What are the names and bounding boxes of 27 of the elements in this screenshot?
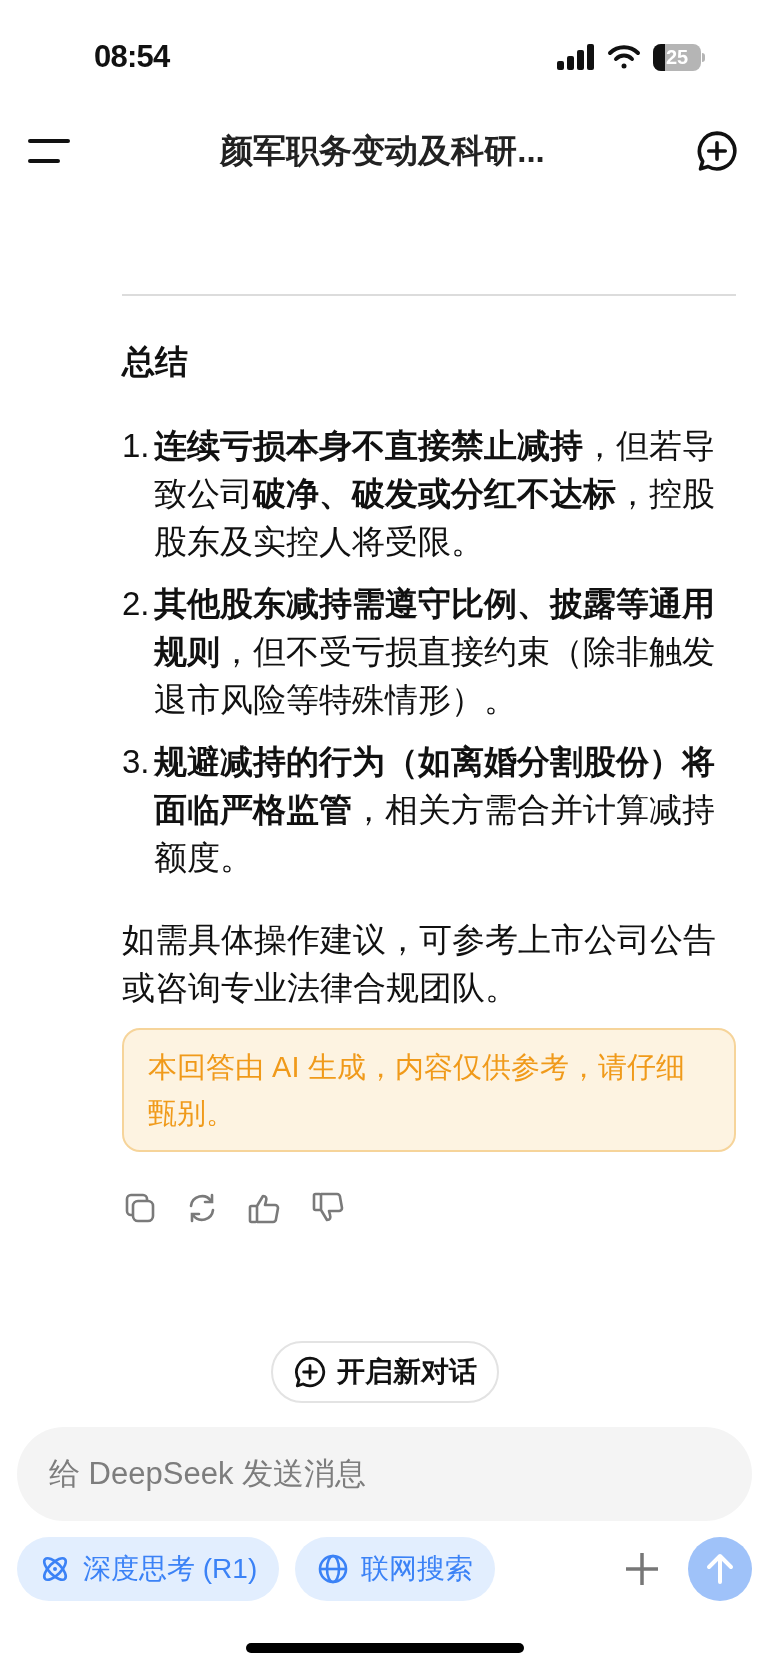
list-number: 3.	[122, 742, 151, 782]
new-chat-pill[interactable]: 开启新对话	[270, 1341, 499, 1403]
status-time: 08:54	[94, 37, 170, 76]
thumbs-down-icon[interactable]	[312, 1192, 346, 1224]
message-input[interactable]: 给 DeepSeek 发送消息	[17, 1427, 752, 1521]
menu-button[interactable]	[28, 136, 72, 166]
section-heading: 总结	[122, 342, 189, 382]
mode-toggle[interactable]: 深度思考 (R1)	[17, 1537, 280, 1601]
copy-icon[interactable]	[124, 1192, 156, 1224]
signal-icon	[557, 44, 595, 70]
thumbs-up-icon[interactable]	[248, 1192, 282, 1224]
ai-notice: 本回答由 AI 生成，内容仅供参考，请仔细甄别。	[122, 1028, 736, 1152]
new-chat-icon	[695, 129, 739, 173]
new-chat-icon	[292, 1355, 327, 1389]
arrow-up-icon	[705, 1553, 735, 1585]
mode-toggle[interactable]: 联网搜索	[295, 1537, 496, 1601]
list-item-text: 其他股东减持需遵守比例、披露等通用规则，但不受亏损直接约束（除非触发退市风险等特殊情形）。	[154, 584, 716, 720]
battery-level: 25	[665, 47, 689, 67]
closing-paragraph: 如需具体操作建议，可参考上市公司公告或咨询专业法律合规团队。	[122, 920, 717, 1008]
list-item-text: 规避减持的行为（如离婚分割股份）将面临严格监管，相关方需合并计算减持额度。	[154, 742, 716, 878]
add-icon[interactable]	[624, 1551, 660, 1587]
globe-icon	[317, 1553, 350, 1585]
list-number: 2.	[122, 584, 151, 624]
list-number: 1.	[122, 426, 151, 466]
list-item-text: 连续亏损本身不直接禁止减持，但若导致公司破净、破发或分红不达标，控股股东及实控人将受限。	[154, 426, 716, 562]
chat-title: 颜军职务变动及科研...	[220, 131, 545, 172]
wifi-icon	[607, 44, 641, 70]
